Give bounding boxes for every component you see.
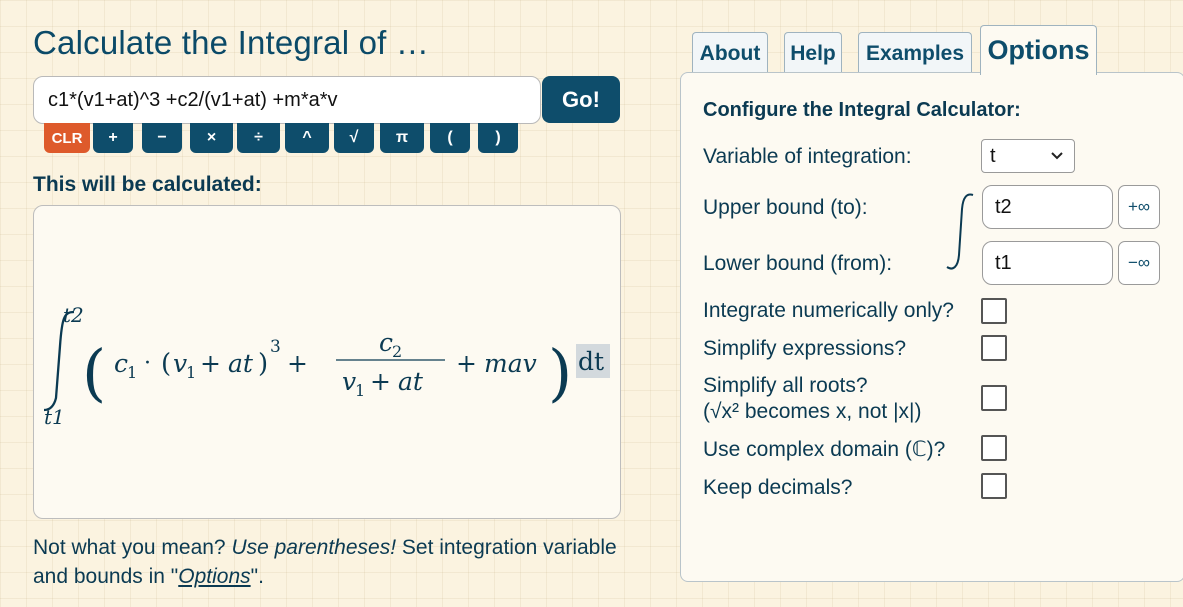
upper-bound-input[interactable]	[982, 185, 1113, 229]
hint-text: Not what you mean? Use parentheses! Set …	[33, 533, 633, 591]
paren-open: (	[161, 349, 171, 379]
numeric-only-checkbox[interactable]	[981, 298, 1007, 324]
at-term: at	[228, 349, 254, 378]
upper-infinity-button[interactable]: +∞	[1118, 185, 1160, 229]
formula-preview: t2 t1 ( c 1 · ( v 1 + at ) 3 + c 2 v 1 +…	[33, 205, 621, 519]
divide-key[interactable]: ÷	[237, 123, 280, 153]
c2-subscript: 2	[392, 342, 402, 361]
lower-limit: t1	[44, 405, 65, 429]
tab-help[interactable]: Help	[784, 32, 842, 74]
minus-key[interactable]: −	[142, 123, 182, 153]
variable-select[interactable]: t	[981, 139, 1075, 173]
keypad: CLR + − × ÷ ^ √ π ( )	[44, 123, 520, 153]
hint-part-2: Use parentheses!	[231, 536, 397, 559]
tab-options[interactable]: Options	[980, 25, 1097, 75]
preview-heading: This will be calculated:	[33, 173, 262, 196]
expression-input[interactable]	[33, 76, 541, 124]
plus-3: +	[456, 349, 477, 378]
plus-1: +	[200, 349, 221, 378]
simplify-checkbox[interactable]	[981, 335, 1007, 361]
plus-2: +	[287, 349, 308, 378]
go-button[interactable]: Go!	[542, 76, 620, 123]
close-paren-key[interactable]: )	[478, 123, 518, 153]
keep-decimals-label: Keep decimals?	[703, 476, 853, 499]
upper-bound-label: Upper bound (to):	[703, 196, 868, 219]
c1-symbol: c	[114, 349, 128, 378]
power-key[interactable]: ^	[285, 123, 329, 153]
plus-key[interactable]: +	[93, 123, 133, 153]
v1-subscript: 1	[186, 363, 196, 382]
variable-value: t	[990, 144, 996, 167]
open-paren-key[interactable]: (	[430, 123, 470, 153]
options-heading: Configure the Integral Calculator:	[703, 99, 1021, 121]
options-panel: Configure the Integral Calculator: Varia…	[680, 72, 1183, 582]
big-open-paren: (	[82, 336, 106, 409]
page-title: Calculate the Integral of …	[33, 24, 430, 61]
lower-bound-input[interactable]	[982, 241, 1113, 285]
lower-infinity-button[interactable]: −∞	[1118, 241, 1160, 285]
lower-bound-label: Lower bound (from):	[703, 252, 893, 275]
numeric-only-label: Integrate numerically only?	[703, 299, 954, 322]
cube-exponent: 3	[270, 337, 281, 357]
sqrt-key[interactable]: √	[334, 123, 374, 153]
clear-key[interactable]: CLR	[44, 123, 90, 153]
c1-subscript: 1	[127, 363, 137, 382]
hint-part-1: Not what you mean?	[33, 536, 232, 559]
chevron-down-icon	[1051, 152, 1063, 160]
simplify-roots-label: Simplify all roots?	[703, 374, 868, 397]
variable-label: Variable of integration:	[703, 145, 912, 168]
formula-svg: t2 t1 ( c 1 · ( v 1 + at ) 3 + c 2 v 1 +…	[43, 303, 610, 429]
integral-icon	[946, 193, 974, 270]
keep-decimals-checkbox[interactable]	[981, 473, 1007, 499]
pi-key[interactable]: π	[380, 123, 424, 153]
c2-symbol: c	[379, 328, 393, 357]
hint-part-4: ".	[250, 565, 264, 588]
simplify-roots-note: (√x² becomes x, not |x|)	[703, 400, 922, 423]
simplify-roots-checkbox[interactable]	[981, 385, 1007, 411]
v1-symbol: v	[173, 349, 187, 378]
tab-examples[interactable]: Examples	[858, 32, 972, 74]
options-link[interactable]: Options	[178, 565, 250, 588]
big-close-paren: )	[548, 336, 572, 409]
differential: dt	[578, 347, 604, 376]
at-denominator: at	[398, 367, 424, 396]
tab-about[interactable]: About	[692, 32, 768, 74]
mav-term: mav	[484, 349, 537, 378]
multiply-key[interactable]: ×	[190, 123, 233, 153]
simplify-label: Simplify expressions?	[703, 337, 907, 360]
dot-operator: ·	[144, 351, 151, 376]
complex-domain-label: Use complex domain (ℂ)?	[703, 438, 946, 461]
v1-denominator-subscript: 1	[355, 381, 365, 400]
paren-close: )	[258, 349, 268, 379]
tab-bar: About Help Examples Options	[690, 25, 1100, 75]
plus-denominator: +	[370, 367, 391, 396]
complex-domain-checkbox[interactable]	[981, 435, 1007, 461]
v1-denominator: v	[342, 367, 356, 396]
